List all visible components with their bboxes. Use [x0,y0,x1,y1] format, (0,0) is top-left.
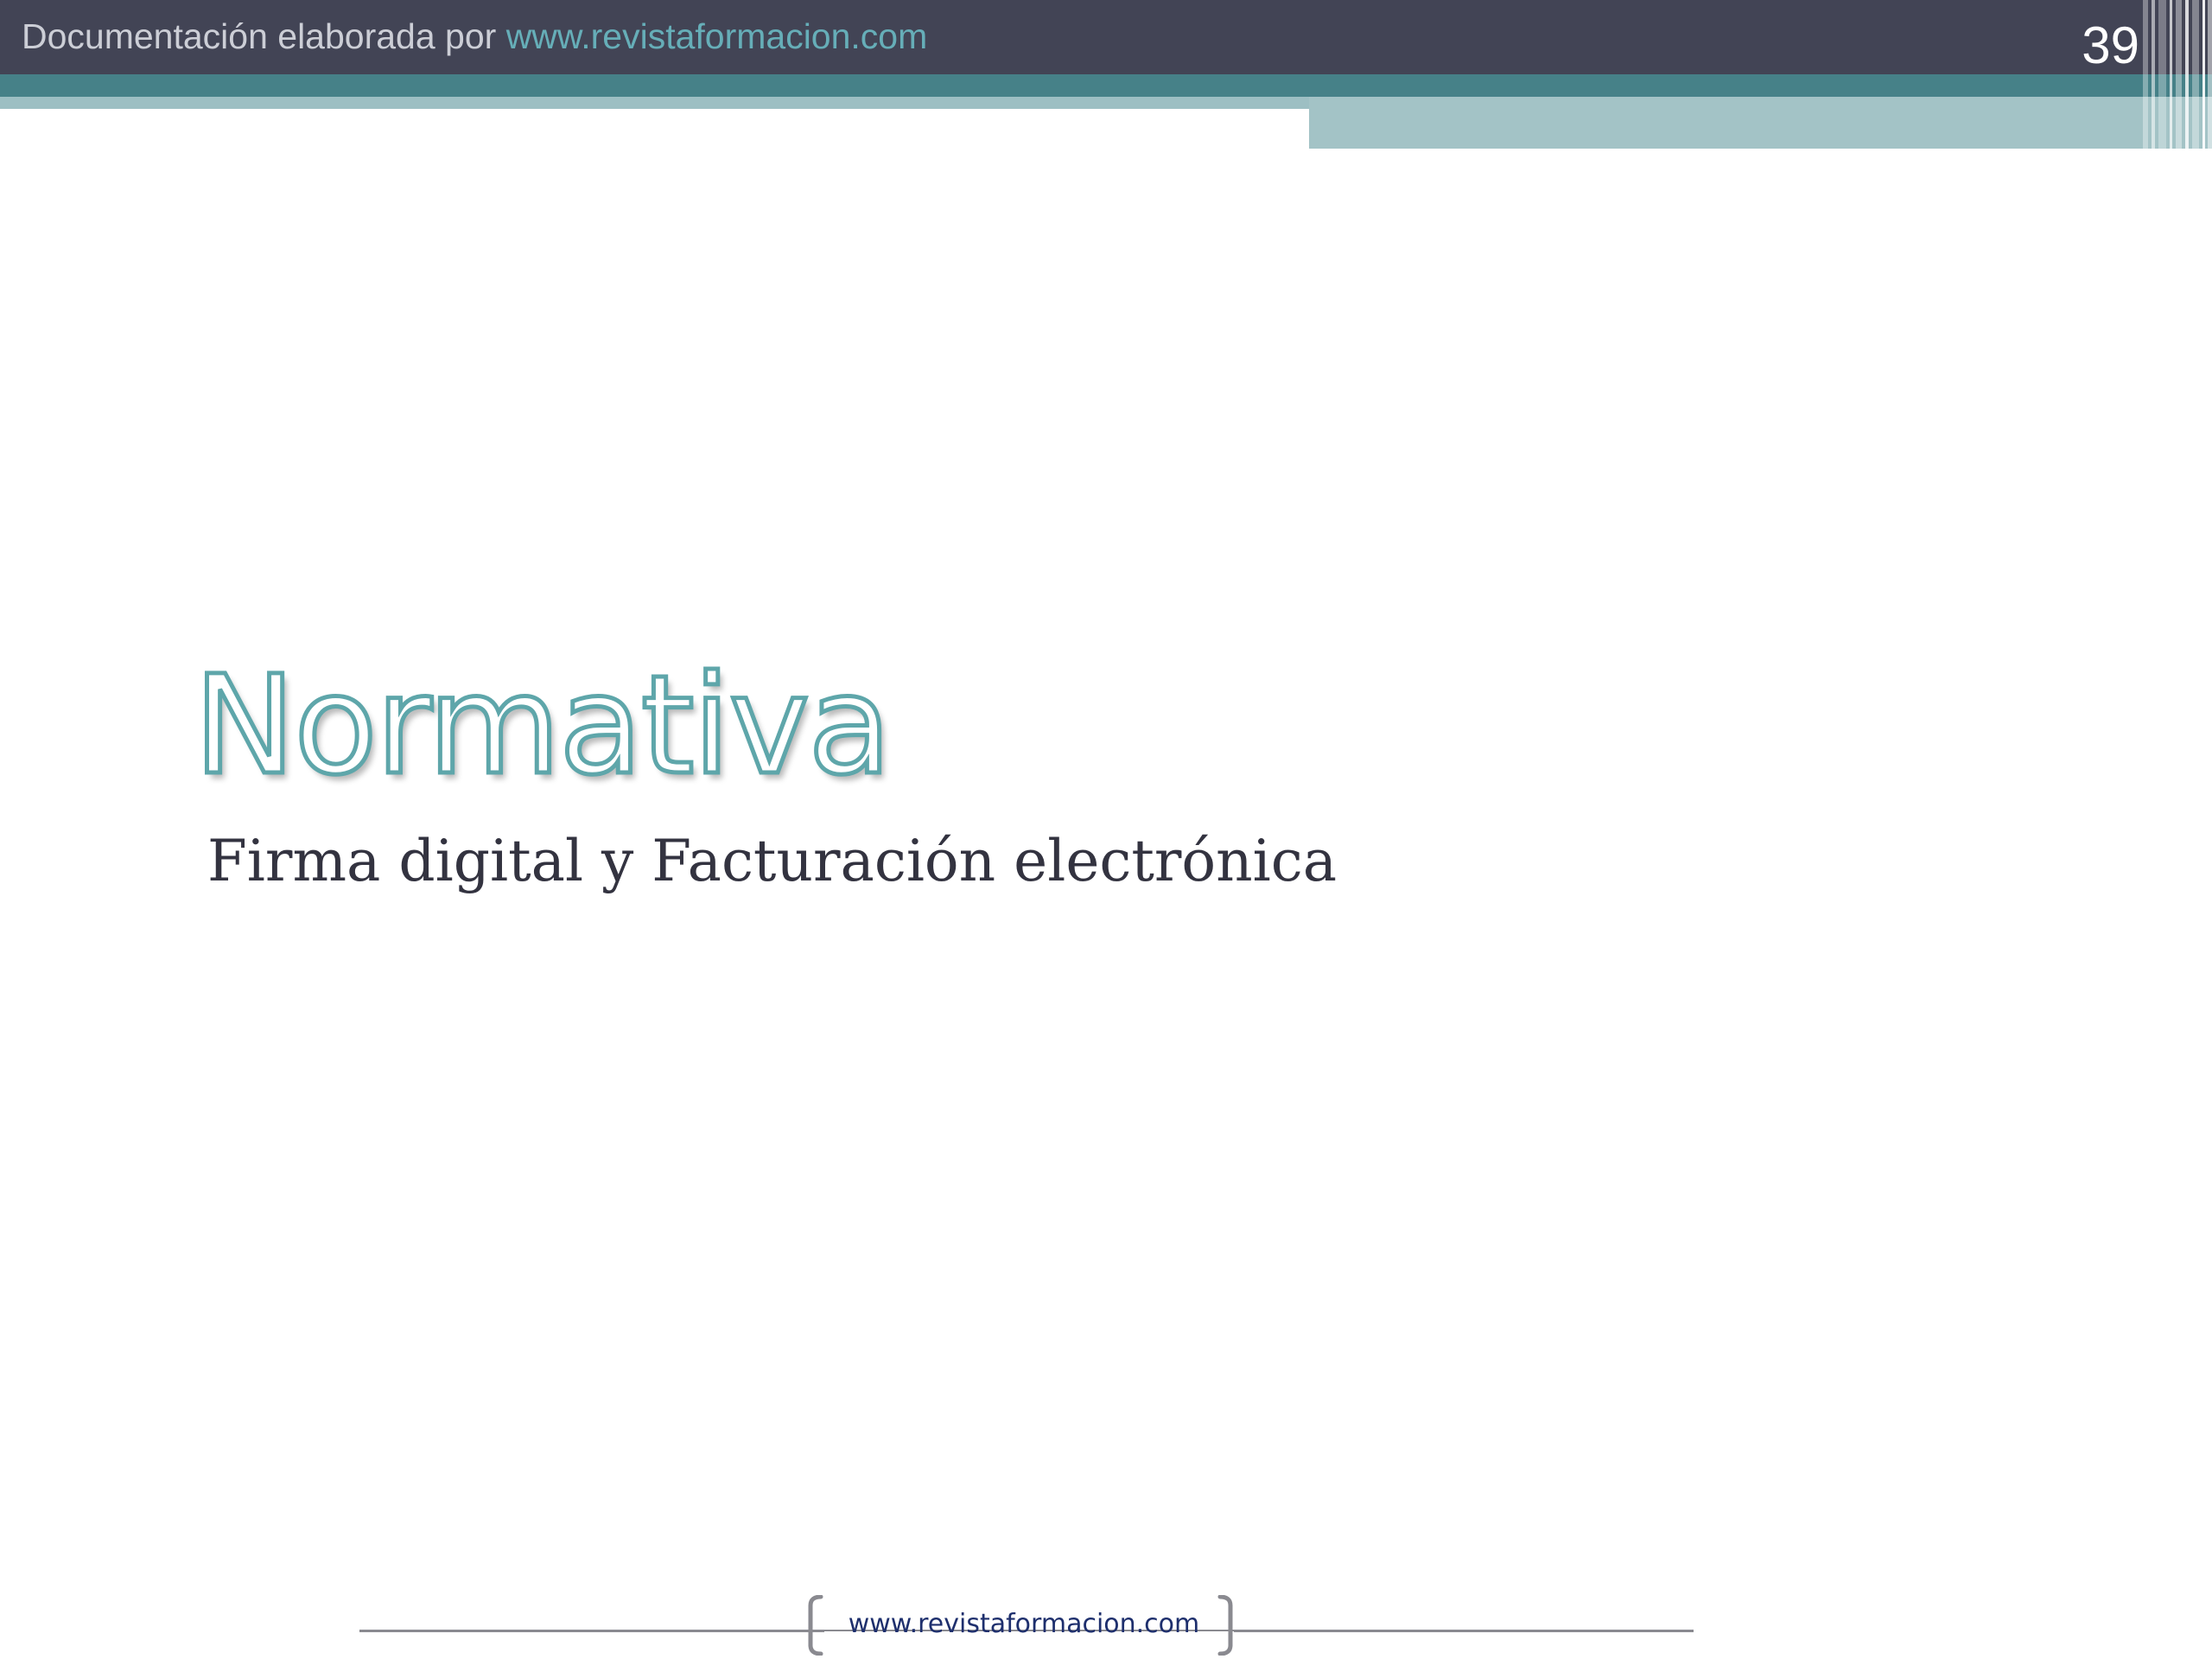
footer-bracket-right-icon [1217,1595,1233,1656]
footer-url[interactable]: www.revistaformacion.com [830,1605,1218,1643]
header-credit: Documentación elaborada por www.revistaf… [22,12,927,60]
slide-title: Normativa [192,645,894,808]
header-light-band-right [1309,97,2212,149]
header-credit-link[interactable]: www.revistaformacion.com [506,16,928,56]
header-stripes-decoration [2143,0,2212,149]
footer-bracket-left-icon [808,1595,823,1656]
header-credit-prefix: Documentación elaborada por [22,16,506,56]
header-bar: Documentación elaborada por www.revistaf… [0,0,2212,74]
header-teal-band [0,74,2212,97]
footer-rule-left [359,1630,824,1632]
slide-number: 39 [2082,16,2139,74]
header-light-band-left [0,97,1309,109]
slide-subtitle: Firma digital y Facturación electrónica [207,828,1338,894]
footer-rule-right [1234,1630,1694,1632]
